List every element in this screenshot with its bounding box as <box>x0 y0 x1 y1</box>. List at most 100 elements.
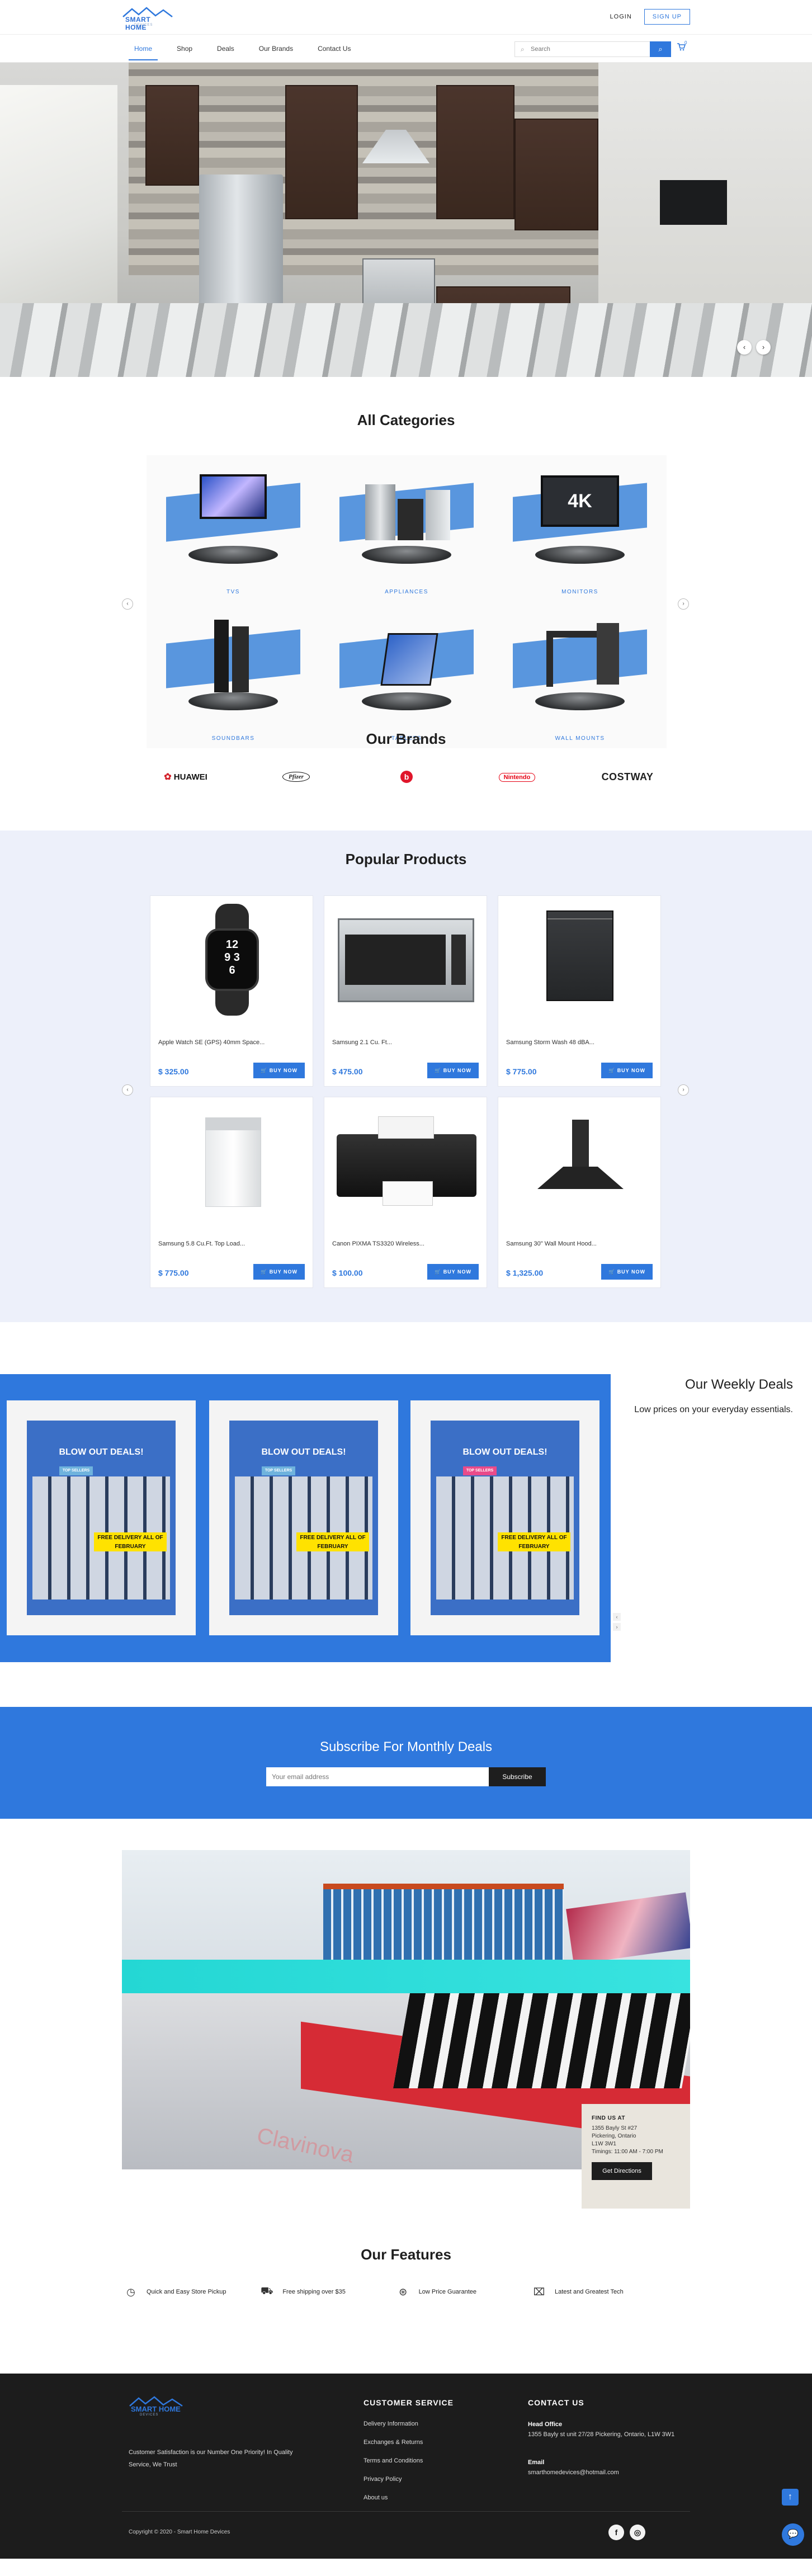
category-image <box>339 614 474 715</box>
subscribe-button[interactable]: Subscribe <box>489 1767 546 1786</box>
product-name[interactable]: Samsung 30" Wall Mount Hood... <box>506 1240 597 1247</box>
product-card[interactable]: Samsung 30" Wall Mount Hood... $ 1,325.0… <box>498 1097 661 1288</box>
category-image <box>339 468 474 568</box>
instagram-icon[interactable]: ◎ <box>630 2525 645 2540</box>
nav-item-shop[interactable]: Shop <box>164 35 205 63</box>
washer-icon <box>426 490 450 540</box>
speaker-icon <box>214 620 229 692</box>
deal-flyer[interactable]: BLOW OUT DEALS! TOP SELLERS FREE DELIVER… <box>7 1400 196 1635</box>
category-card-appliances[interactable]: APPLIANCES <box>320 455 493 602</box>
buy-now-button[interactable]: 🛒 BUY NOW <box>427 1063 479 1078</box>
deal-flyer[interactable]: BLOW OUT DEALS! TOP SELLERS FREE DELIVER… <box>209 1400 398 1635</box>
category-image <box>166 614 300 715</box>
buy-now-button[interactable]: 🛒 BUY NOW <box>427 1264 479 1280</box>
search-button[interactable]: ⌕ <box>650 41 671 57</box>
features-row: ◷ Quick and Easy Store Pickup ⛟ Free shi… <box>124 2285 661 2299</box>
brand-logo-nintendo[interactable]: Nintendo <box>478 772 556 782</box>
footer-link-privacy[interactable]: Privacy Policy <box>363 2476 402 2483</box>
store-address-line: L1W 3W1 <box>592 2141 616 2147</box>
footer-link-exchanges[interactable]: Exchanges & Returns <box>363 2439 423 2446</box>
weekly-deals-subtitle: Low prices on your everyday essentials. <box>634 1405 793 1414</box>
feature-item: ⌧ Latest and Greatest Tech <box>532 2285 661 2299</box>
store-display-base <box>122 1960 690 1993</box>
facebook-icon[interactable]: f <box>608 2525 624 2540</box>
brands-section: Our Brands ✿ HUAWEI Pfizer b Nintendo CO… <box>0 710 812 831</box>
buy-now-label: BUY NOW <box>617 1067 646 1073</box>
chat-widget-button[interactable]: 💬 <box>782 2523 804 2546</box>
weekly-prev-button[interactable]: ‹ <box>613 1613 621 1621</box>
product-image <box>324 1097 487 1226</box>
get-directions-button[interactable]: Get Directions <box>592 2162 652 2180</box>
buy-now-label: BUY NOW <box>617 1268 646 1275</box>
store-tv-display <box>566 1892 690 1965</box>
product-name[interactable]: Apple Watch SE (GPS) 40mm Space... <box>158 1039 265 1046</box>
buy-now-button[interactable]: 🛒 BUY NOW <box>253 1264 305 1280</box>
product-card[interactable]: Samsung 2.1 Cu. Ft... $ 475.00 🛒 BUY NOW <box>324 895 487 1087</box>
product-card[interactable]: Canon PIXMA TS3320 Wireless... $ 100.00 … <box>324 1097 487 1288</box>
feature-label: Free shipping over $35 <box>282 2289 346 2295</box>
login-button[interactable]: LOGIN <box>602 9 640 25</box>
pedestal <box>362 546 451 564</box>
hero-prev-button[interactable]: ‹ <box>737 340 752 355</box>
category-image <box>166 468 300 568</box>
head-office-label: Head Office <box>528 2421 563 2428</box>
product-image <box>498 1097 660 1226</box>
cart-icon: 🛒 <box>434 1268 443 1275</box>
footer-logo-text: SMART HOME <box>131 2405 181 2413</box>
product-card[interactable]: 12 9 3 6 Apple Watch SE (GPS) 40mm Space… <box>150 895 313 1087</box>
page: SMART HOME DEVICES LOGIN SIGN UP Home Sh… <box>0 0 812 2559</box>
email-field[interactable] <box>266 1767 489 1786</box>
footer-link-delivery[interactable]: Delivery Information <box>363 2421 418 2427</box>
categories-next-button[interactable]: › <box>678 598 689 610</box>
footer-link-terms[interactable]: Terms and Conditions <box>363 2457 423 2464</box>
store-address-line: Pickering, Ontario <box>592 2133 636 2139</box>
footer-link-about[interactable]: About us <box>363 2494 388 2501</box>
weekly-next-button[interactable]: › <box>613 1623 621 1631</box>
buy-now-button[interactable]: 🛒 BUY NOW <box>601 1063 653 1078</box>
brand-logo-huawei[interactable]: ✿ HUAWEI <box>147 771 225 782</box>
footer-logo-subtext: DEVICES <box>140 2413 159 2417</box>
category-card-monitors[interactable]: 4K MONITORS <box>493 455 667 602</box>
product-name[interactable]: Samsung 2.1 Cu. Ft... <box>332 1039 392 1046</box>
scroll-to-top-button[interactable]: ↑ <box>782 2489 799 2506</box>
product-name[interactable]: Canon PIXMA TS3320 Wireless... <box>332 1240 424 1247</box>
category-card-tvs[interactable]: TVS <box>147 455 320 602</box>
product-name[interactable]: Samsung Storm Wash 48 dBA... <box>506 1039 594 1046</box>
flyer-tag: TOP SELLERS <box>59 1466 93 1475</box>
footer-logo[interactable]: SMART HOME DEVICES <box>129 2396 196 2418</box>
nav-item-our-brands[interactable]: Our Brands <box>247 35 305 63</box>
flyer-promo: FREE DELIVERY ALL OF FEBRUARY <box>498 1532 570 1551</box>
nav-item-deals[interactable]: Deals <box>205 35 247 63</box>
deal-flyer[interactable]: BLOW OUT DEALS! TOP SELLERS FREE DELIVER… <box>410 1400 599 1635</box>
brand-logo-costway[interactable]: COSTWAY <box>588 771 667 783</box>
buy-now-button[interactable]: 🛒 BUY NOW <box>601 1264 653 1280</box>
product-name[interactable]: Samsung 5.8 Cu.Ft. Top Load... <box>158 1240 245 1247</box>
hero-next-button[interactable]: › <box>756 340 771 355</box>
product-card[interactable]: Samsung Storm Wash 48 dBA... $ 775.00 🛒 … <box>498 895 661 1087</box>
nav-item-home[interactable]: Home <box>122 35 164 63</box>
watch-face-number: 9 3 <box>224 951 240 964</box>
product-image <box>498 896 660 1025</box>
products-prev-button[interactable]: ‹ <box>122 1084 133 1096</box>
product-card[interactable]: Samsung 5.8 Cu.Ft. Top Load... $ 775.00 … <box>150 1097 313 1288</box>
watch-face-number: 6 <box>229 964 235 976</box>
dishwasher-body <box>546 910 613 1001</box>
search-input[interactable] <box>531 42 643 56</box>
microwave-door <box>345 935 446 985</box>
flyer-promo: FREE DELIVERY ALL OF FEBRUARY <box>296 1532 369 1551</box>
cart-icon[interactable]: 0 <box>677 40 689 55</box>
site-logo[interactable]: SMART HOME DEVICES <box>122 7 173 31</box>
footer-tagline: Customer Satisfaction is our Number One … <box>129 2449 293 2468</box>
logo-subtext: DEVICES <box>134 23 153 27</box>
hero-window <box>0 85 117 320</box>
feature-item: ◷ Quick and Easy Store Pickup <box>124 2285 253 2299</box>
signup-button[interactable]: SIGN UP <box>644 9 690 25</box>
brand-logo-beats[interactable]: b <box>367 771 446 783</box>
nav-item-contact-us[interactable]: Contact Us <box>305 35 363 63</box>
categories-prev-button[interactable]: ‹ <box>122 598 133 610</box>
products-next-button[interactable]: › <box>678 1084 689 1096</box>
printer-paper <box>378 1116 434 1139</box>
brand-logo-pfizer[interactable]: Pfizer <box>257 772 336 782</box>
contact-email[interactable]: smarthomedevices@hotmail.com <box>528 2468 690 2478</box>
buy-now-button[interactable]: 🛒 BUY NOW <box>253 1063 305 1078</box>
